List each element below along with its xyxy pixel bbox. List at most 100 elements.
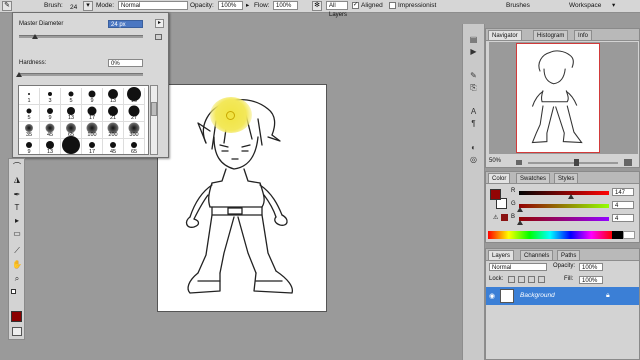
brush-preset-21[interactable]: 17	[82, 139, 103, 154]
opacity-field[interactable]: 100%	[218, 1, 243, 10]
airbrush-icon[interactable]: ✻	[312, 1, 322, 11]
r-field[interactable]: 147	[612, 188, 634, 196]
layer-opacity-field[interactable]: 100%	[579, 263, 603, 271]
r-slider[interactable]	[519, 191, 609, 195]
b-slider[interactable]	[519, 217, 609, 221]
preset-scrollbar[interactable]	[150, 85, 158, 155]
rectangle-icon[interactable]: ▭	[11, 228, 23, 239]
g-slider[interactable]	[519, 204, 609, 208]
lock-all-icon[interactable]	[538, 276, 545, 283]
hardness-field[interactable]: 0%	[108, 59, 143, 67]
color-ramp-white[interactable]	[623, 231, 635, 239]
foreground-color-swatch[interactable]	[490, 189, 501, 200]
quick-mask-icon[interactable]	[12, 327, 22, 336]
master-diameter-field[interactable]: 24 px	[108, 20, 143, 28]
brushes-icon[interactable]: ✎	[467, 70, 480, 81]
tab-layers[interactable]: Layers	[488, 250, 515, 260]
brush-preset-20[interactable]: 19	[61, 136, 82, 154]
brushes-panel-button[interactable]: Brushes	[506, 1, 530, 11]
path-select-icon[interactable]: ▸	[11, 215, 23, 226]
picker-menu-icon[interactable]: ▸	[155, 19, 164, 28]
tab-info[interactable]: Info	[574, 30, 593, 40]
actions-icon[interactable]: ▶	[467, 46, 480, 57]
brush-preset-9[interactable]: 17	[82, 105, 103, 122]
chevron-down-icon[interactable]: ▸	[246, 1, 249, 11]
workspace-menu[interactable]: Workspace	[569, 1, 601, 11]
save-preset-icon[interactable]	[155, 34, 162, 40]
default-colors-icon[interactable]	[11, 289, 16, 294]
b-slider-handle[interactable]	[517, 220, 524, 225]
brush-preset-15[interactable]: 100	[82, 122, 103, 139]
impressionist-checkbox[interactable]	[389, 2, 396, 9]
brush-preset-2[interactable]: 5	[61, 88, 82, 105]
zoom-slider[interactable]	[528, 162, 618, 164]
color-ramp[interactable]	[488, 231, 612, 239]
lock-position-icon[interactable]	[528, 276, 535, 283]
character-icon[interactable]: A	[467, 106, 480, 117]
eye-icon[interactable]: ◉	[489, 292, 495, 300]
tab-styles[interactable]: Styles	[554, 173, 579, 183]
mode-select[interactable]: Normal	[118, 1, 188, 10]
clone-source-icon[interactable]: ⎘	[467, 82, 480, 93]
brush-preset-3[interactable]: 9	[82, 88, 103, 105]
sample-select[interactable]: All Layers	[326, 1, 348, 18]
tab-histogram[interactable]: Histogram	[533, 30, 569, 40]
zoom-icon[interactable]: ⌕	[11, 273, 23, 284]
adjustments-icon[interactable]: ◐	[467, 142, 480, 153]
tab-channels[interactable]: Channels	[520, 250, 554, 260]
tool-preset-picker[interactable]: ✎	[2, 1, 12, 11]
lasso-icon[interactable]: ⌒	[11, 161, 23, 172]
brush-preset-17[interactable]: 300	[124, 122, 145, 139]
flow-field[interactable]: 100%	[273, 1, 298, 10]
tab-swatches[interactable]: Swatches	[516, 173, 551, 183]
b-field[interactable]: 4	[612, 214, 634, 222]
layer-row-background[interactable]: ◉ Background 🔒︎	[486, 287, 639, 305]
hand-icon[interactable]: ✋	[11, 259, 23, 270]
brush-preset-13[interactable]: 45	[40, 122, 61, 139]
brush-preset-12[interactable]: 35	[19, 122, 40, 139]
r-slider-handle[interactable]	[567, 194, 574, 199]
brush-picker-button[interactable]: ▾	[83, 1, 93, 11]
zoom-slider-handle[interactable]	[574, 159, 579, 166]
tab-color[interactable]: Color	[488, 173, 511, 183]
brush-preset-11[interactable]: 27	[124, 105, 145, 122]
document-canvas[interactable]	[157, 84, 327, 312]
brush-preset-19[interactable]: 13	[40, 139, 61, 154]
type-icon[interactable]: T	[11, 202, 23, 213]
fill-field[interactable]: 100%	[579, 276, 603, 284]
brush-preset-16[interactable]: 200	[103, 122, 124, 139]
zoom-out-icon[interactable]	[516, 160, 522, 165]
brush-preset-22[interactable]: 45	[103, 139, 124, 154]
lock-transparent-icon[interactable]	[508, 276, 515, 283]
tab-paths[interactable]: Paths	[557, 250, 581, 260]
masks-icon[interactable]: ◎	[467, 154, 480, 165]
bucket-icon[interactable]: ◮	[11, 174, 23, 185]
zoom-value[interactable]: 50%	[489, 158, 501, 164]
brush-preset-6[interactable]: 5	[19, 105, 40, 122]
paragraph-icon[interactable]: ¶	[467, 118, 480, 129]
brush-preset-7[interactable]: 9	[40, 105, 61, 122]
layer-name[interactable]: Background	[520, 292, 555, 299]
brush-preset-8[interactable]: 13	[61, 105, 82, 122]
g-slider-handle[interactable]	[517, 207, 524, 212]
tab-navigator[interactable]: Navigator	[488, 30, 522, 40]
aligned-checkbox[interactable]: ✓	[352, 2, 359, 9]
brush-preset-0[interactable]: 1	[19, 88, 40, 105]
master-diameter-slider-handle[interactable]	[32, 34, 39, 39]
brush-preset-23[interactable]: 65	[124, 139, 145, 154]
foreground-color-swatch[interactable]	[11, 311, 22, 322]
brush-preset-18[interactable]: 9	[19, 139, 40, 154]
gamut-color-swatch[interactable]	[501, 214, 508, 221]
color-ramp-black[interactable]	[612, 231, 623, 239]
zoom-in-icon[interactable]	[624, 159, 632, 166]
brush-preset-1[interactable]: 3	[40, 88, 61, 105]
brush-preset-5[interactable]: 19	[124, 87, 145, 105]
pen-icon[interactable]: ✒	[11, 189, 23, 200]
navigator-thumbnail[interactable]	[516, 43, 600, 153]
hardness-slider[interactable]	[19, 73, 143, 76]
brush-preset-4[interactable]: 13	[103, 88, 124, 105]
history-icon[interactable]: ▤	[467, 34, 480, 45]
g-field[interactable]: 4	[612, 201, 634, 209]
brush-preset-10[interactable]: 21	[103, 105, 124, 122]
gamut-warning-icon[interactable]: ⚠	[493, 214, 498, 221]
